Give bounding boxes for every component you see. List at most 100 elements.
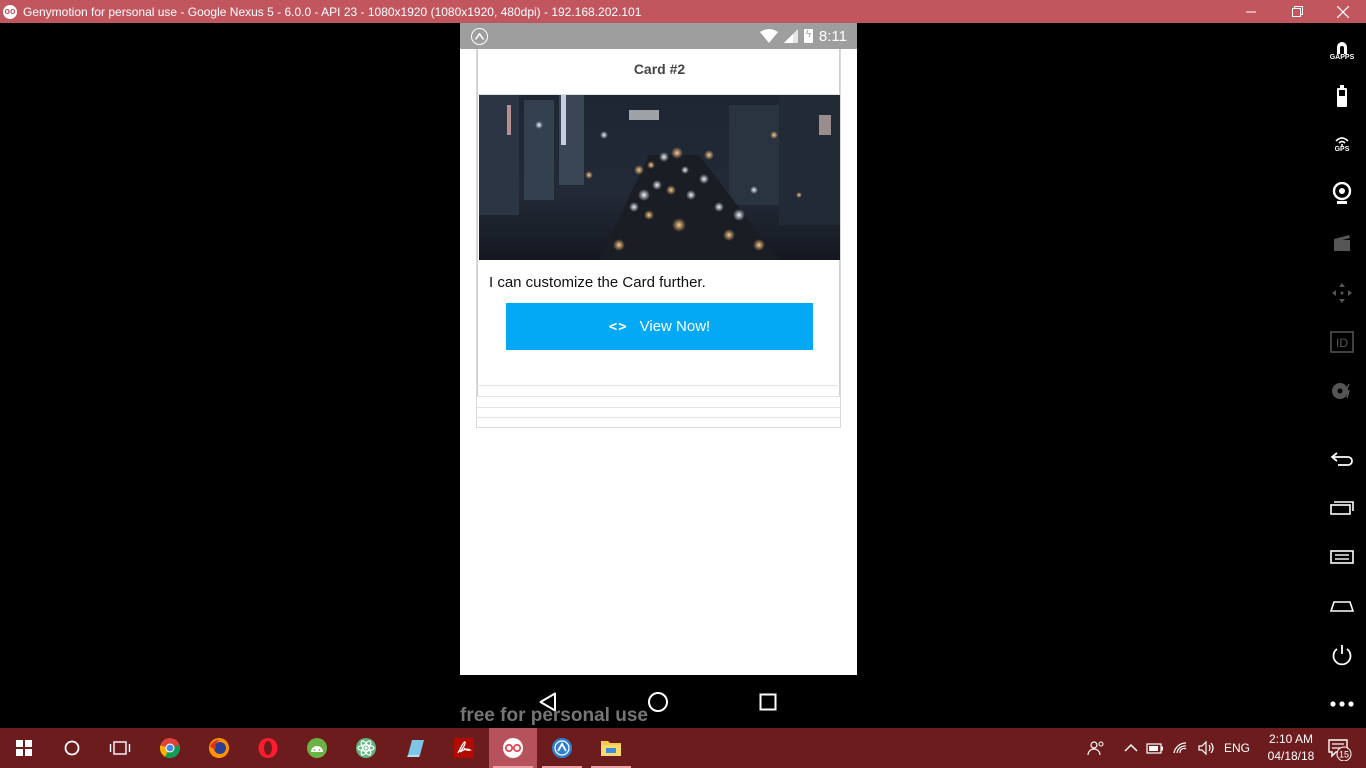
android-studio-taskbar-button[interactable] [293,728,341,768]
close-button[interactable] [1320,0,1366,23]
more-options-button[interactable] [1326,688,1358,720]
atom-icon [356,738,376,758]
card-title: Card #2 [633,61,686,77]
notification-count: 15 [1339,750,1349,760]
wifi-icon [759,29,778,43]
gapps-button[interactable]: GAPPS [1326,35,1358,67]
device-id-button[interactable]: ID [1326,326,1358,358]
disk-io-button[interactable] [1326,375,1358,407]
wifi-tray-icon[interactable] [1172,741,1190,755]
tray-icons: ENG [1124,728,1250,768]
webcam-button[interactable] [1326,177,1358,209]
status-time: 8:11 [818,27,847,45]
file-explorer-taskbar-button[interactable] [587,728,635,768]
battery-charging-icon [803,28,813,43]
battery-icon [1337,85,1347,107]
card: Card #2 I can customize the Card further… [477,49,841,396]
nav-recents-button[interactable] [755,689,781,715]
atom-taskbar-button[interactable] [342,728,390,768]
back-arrow-icon [1330,452,1353,466]
close-icon [1337,5,1349,18]
more-dots-icon [1330,701,1354,707]
code-icon: <> [608,318,628,335]
id-card-icon: ID [1330,331,1354,353]
battery-tray-icon[interactable] [1146,742,1164,754]
home-button[interactable] [1326,590,1358,622]
opera-icon [258,738,278,758]
power-button[interactable] [1326,639,1358,671]
genymotion-player-taskbar-button[interactable] [538,728,586,768]
card-text: I can customize the Card further. [489,274,706,291]
window-titlebar[interactable]: oo Genymotion for personal use - Google … [0,0,1366,23]
personal-use-watermark: free for personal use [460,705,648,726]
recent-apps-icon [1330,501,1354,515]
acrobat-taskbar-button[interactable] [440,728,488,768]
task-view-button[interactable] [96,728,144,768]
firefox-taskbar-button[interactable] [195,728,243,768]
gps-button[interactable]: GPS [1326,129,1358,161]
show-hidden-icons-chevron-icon[interactable] [1124,743,1138,753]
card-stack-line [477,385,840,386]
back-button[interactable] [1326,443,1358,475]
disk-io-icon [1332,383,1350,399]
view-now-button-label: View Now! [639,318,711,335]
search-button[interactable] [48,728,96,768]
cell-signal-icon [783,29,798,43]
id-label: ID [1336,336,1348,350]
task-view-icon [109,741,131,755]
windows-logo-icon [16,740,32,756]
genymotion-icon [503,738,523,758]
gps-label: GPS [1334,146,1350,153]
webcam-icon [1332,182,1352,204]
android-status-bar: 8:11 [460,23,857,49]
power-icon [1332,645,1352,666]
system-tray [1087,728,1105,768]
city-night-traffic-image [479,95,840,260]
recents-square-icon [759,693,777,711]
view-now-button[interactable]: <> View Now! [506,303,813,350]
cortana-circle-icon [64,740,80,756]
genymotion-taskbar-button[interactable] [489,728,537,768]
gapps-label: GAPPS [1329,54,1355,61]
notes-taskbar-button[interactable] [391,728,439,768]
opera-taskbar-button[interactable] [244,728,292,768]
card-stack-line [477,417,840,418]
recent-apps-button[interactable] [1326,492,1358,524]
menu-icon [1330,550,1354,564]
dpad-icon [1332,283,1352,303]
gps-icon [1335,137,1349,146]
app-notification-icon [471,28,488,45]
dpad-button[interactable] [1326,277,1358,309]
notebook-icon [407,740,424,757]
input-language[interactable]: ENG [1224,741,1250,755]
card-list[interactable]: Card #2 I can customize the Card further… [476,49,841,428]
card-stack-line [477,407,840,408]
firefox-icon [209,738,229,758]
people-icon[interactable] [1087,740,1105,756]
start-button[interactable] [0,728,48,768]
android-screen[interactable]: 8:11 Card #2 [460,23,857,675]
android-app-icon [552,738,572,758]
genymotion-logo-icon: oo [3,4,17,19]
nav-home-button[interactable] [645,689,671,715]
minimize-icon [1246,11,1256,12]
genymotion-toolbar: GAPPS GPS ID [1318,23,1366,728]
minimize-button[interactable] [1228,0,1274,23]
home-icon [1330,601,1354,612]
clock-date: 04/18/18 [1267,749,1315,763]
card-stack-line [477,396,840,397]
acrobat-icon [454,738,474,758]
chrome-taskbar-button[interactable] [146,728,194,768]
notifications-icon: 15 [1328,739,1352,762]
volume-icon[interactable] [1198,741,1216,755]
screen: oo Genymotion for personal use - Google … [0,0,1366,768]
windows-taskbar: ENG 2:10 AM 04/18/18 15 [0,728,1366,768]
restore-icon [1291,6,1303,17]
battery-button[interactable] [1326,80,1358,112]
window-title: Genymotion for personal use - Google Nex… [23,4,642,19]
screencast-button[interactable] [1326,227,1358,259]
taskbar-clock[interactable]: 2:10 AM 04/18/18 [1262,731,1320,765]
action-center-button[interactable]: 15 [1328,737,1352,762]
menu-button[interactable] [1326,541,1358,573]
restore-button[interactable] [1274,0,1320,23]
